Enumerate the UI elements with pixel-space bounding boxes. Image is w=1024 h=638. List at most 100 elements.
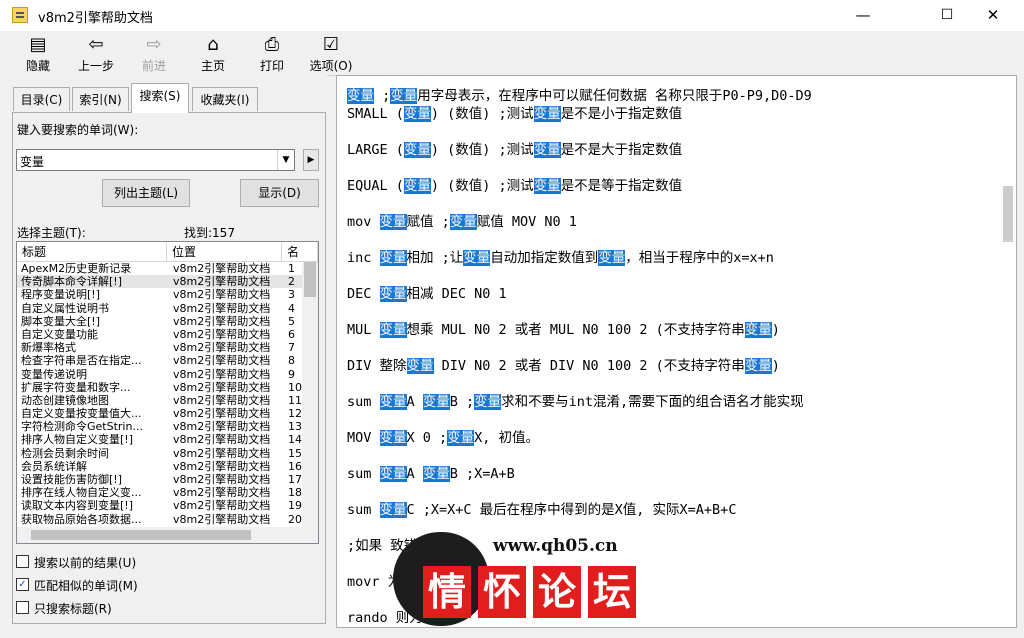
table-row[interactable]: 传奇脚本命令详解[!] v8m2引擎帮助文档 2 [17,275,302,289]
content-text: ) [771,322,780,338]
previous-results-checkbox[interactable] [16,555,29,568]
search-keyword-value: 变量 [20,155,45,169]
content-vertical-scrollbar[interactable] [999,76,1016,627]
display-button[interactable]: 显示(D) [240,179,319,207]
table-row[interactable]: 程序变量说明[!] v8m2引擎帮助文档 3 [17,288,302,301]
result-title: 自定义属性说明书 [21,301,109,315]
options-label: 选项(O) [309,59,353,73]
watermark-char: 怀 [478,566,526,618]
match-similar-label: 匹配相似的单词(M) [34,579,138,593]
minimize-button[interactable]: — [840,0,886,31]
titles-only-label: 只搜索标题(R) [34,602,112,616]
content-line: LARGE (变量) (数值) ;测试变量是不是大于指定数值 [347,141,682,159]
match-similar-checkbox[interactable]: ✓ [16,578,29,591]
result-rank: 17 [288,473,302,486]
content-text: 相加 ;让 [406,250,464,266]
table-row[interactable]: 自定义属性说明书 v8m2引擎帮助文档 4 [17,302,302,315]
forward-button[interactable]: ⇨ 前进 [124,31,184,75]
highlighted-keyword: 变量 [422,466,450,482]
result-location: v8m2引擎帮助文档 [173,420,271,434]
result-title: 自定义变量按变量值大... [21,407,142,421]
table-row[interactable]: 新爆率格式 v8m2引擎帮助文档 7 [17,341,302,354]
table-row[interactable]: 动态创建镜像地图 v8m2引擎帮助文档 11 [17,394,302,407]
content-text: C ;X=X+C 最后在程序中得到的是X值, 实际X=A+B+C [406,502,737,518]
table-row[interactable]: 字符检测命令GetStrin... v8m2引擎帮助文档 13 [17,420,302,433]
tab-search[interactable]: 搜索(S) [131,83,189,113]
table-row[interactable]: 检查字符串是否在指定... v8m2引擎帮助文档 8 [17,354,302,367]
table-row[interactable]: 脚本变量大全[!] v8m2引擎帮助文档 5 [17,315,302,328]
content-text: ; [374,88,391,104]
print-button[interactable]: ⎙ 打印 [242,31,302,75]
tab-favorites[interactable]: 收藏夹(I) [192,87,258,111]
table-row[interactable]: 自定义变量功能 v8m2引擎帮助文档 6 [17,328,302,341]
home-button[interactable]: ⌂ 主页 [183,31,243,75]
content-text: MOV [347,430,380,446]
close-button[interactable]: ✕ [970,0,1016,31]
table-row[interactable]: 排序人物自定义变量[!] v8m2引擎帮助文档 14 [17,433,302,446]
watermark-stamp: 情 怀 论 坛 [423,566,637,620]
highlighted-keyword: 变量 [379,394,407,410]
table-row[interactable]: 自定义变量按变量值大... v8m2引擎帮助文档 12 [17,407,302,420]
expand-search-button[interactable]: ▶ [303,149,319,171]
content-text: X 0 ; [406,430,448,446]
content-text: DEC [347,286,380,302]
previous-results-label: 搜索以前的结果(U) [34,556,137,570]
chevron-down-icon[interactable]: ▼ [277,150,294,170]
highlighted-keyword: 变量 [449,214,477,230]
result-title: 检测会员剩余时间 [21,446,109,460]
tab-index[interactable]: 索引(N) [72,87,129,111]
content-text: A [406,394,423,410]
table-row[interactable]: 变量传递说明 v8m2引擎帮助文档 9 [17,368,302,381]
content-text: ) (数值) ;测试 [430,142,534,158]
table-row[interactable]: ApexM2历史更新记录 v8m2引擎帮助文档 1 [17,262,302,275]
printer-icon: ⎙ [264,34,280,55]
watermark-char: 情 [423,566,471,618]
list-topics-button[interactable]: 列出主题(L) [102,179,190,207]
titles-only-checkbox[interactable] [16,601,29,614]
table-row[interactable]: 扩展字符变量和数字... v8m2引擎帮助文档 10 [17,381,302,394]
watermark-char: 坛 [588,566,636,618]
back-arrow-icon: ⇦ [88,34,104,55]
result-rank: 16 [288,459,302,473]
table-row[interactable]: 设置技能伤害防御[!] v8m2引擎帮助文档 17 [17,473,302,486]
result-location: v8m2引擎帮助文档 [173,407,271,421]
result-location: v8m2引擎帮助文档 [173,367,271,381]
highlighted-keyword: 变量 [533,106,561,122]
results-rows: ApexM2历史更新记录 v8m2引擎帮助文档 1 传奇脚本命令详解[!] v8m2引擎… [17,262,302,526]
result-title: 脚本变量大全[!] [21,314,100,328]
result-rank: 2 [288,275,295,289]
results-vertical-scrollbar[interactable] [302,262,318,543]
column-header-rank[interactable]: 名 [282,242,318,262]
column-header-location[interactable]: 位置 [167,242,282,262]
table-row[interactable]: 获取物品原始各项数据... v8m2引擎帮助文档 20 [17,513,302,526]
highlighted-keyword: 变量 [379,502,407,518]
watermark-char: 论 [533,566,581,618]
content-text: 用字母表示，在程序中可以赋任何数据 名称只限于P0-P9,D0-D9 [417,88,812,104]
highlighted-keyword: 变量 [533,178,561,194]
content-text: ) (数值) ;测试 [430,106,534,122]
content-text: A [406,466,423,482]
content-text: B ; [449,394,475,410]
search-keyword-input[interactable]: 变量 ▼ [16,149,295,171]
result-location: v8m2引擎帮助文档 [173,486,271,500]
result-location: v8m2引擎帮助文档 [173,301,271,315]
title-bar: v8m2引擎帮助文档 — ☐ ✕ [0,0,1024,31]
table-row[interactable]: 会员系统详解 v8m2引擎帮助文档 16 [17,460,302,473]
result-rank: 13 [288,420,302,434]
column-header-title[interactable]: 标题 [17,242,167,262]
content-line: 变量 ;变量用字母表示，在程序中可以赋任何数据 名称只限于P0-P9,D0-D9 [347,87,812,105]
back-button[interactable]: ⇦ 上一步 [66,31,126,75]
highlighted-keyword: 变量 [533,142,561,158]
table-row[interactable]: 排序在线人物自定义变... v8m2引擎帮助文档 18 [17,486,302,499]
table-row[interactable]: 检测会员剩余时间 v8m2引擎帮助文档 15 [17,447,302,460]
maximize-button[interactable]: ☐ [924,0,970,31]
result-title: 获取物品原始各项数据... [21,512,142,526]
results-horizontal-scrollbar[interactable] [17,527,302,543]
highlighted-keyword: 变量 [379,214,407,230]
table-row[interactable]: 读取文本内容到变量[!] v8m2引擎帮助文档 19 [17,499,302,512]
search-results-list[interactable]: 标题 位置 名 ApexM2历史更新记录 v8m2引擎帮助文档 1 传奇脚本命令详解[… [16,241,319,544]
tab-contents[interactable]: 目录(C) [13,87,70,111]
watermark: www.qh05.cn 情 怀 论 坛 [385,530,675,634]
options-button[interactable]: ☑ 选项(O) [301,31,361,75]
hide-button[interactable]: ▤ 隐藏 [8,31,68,75]
